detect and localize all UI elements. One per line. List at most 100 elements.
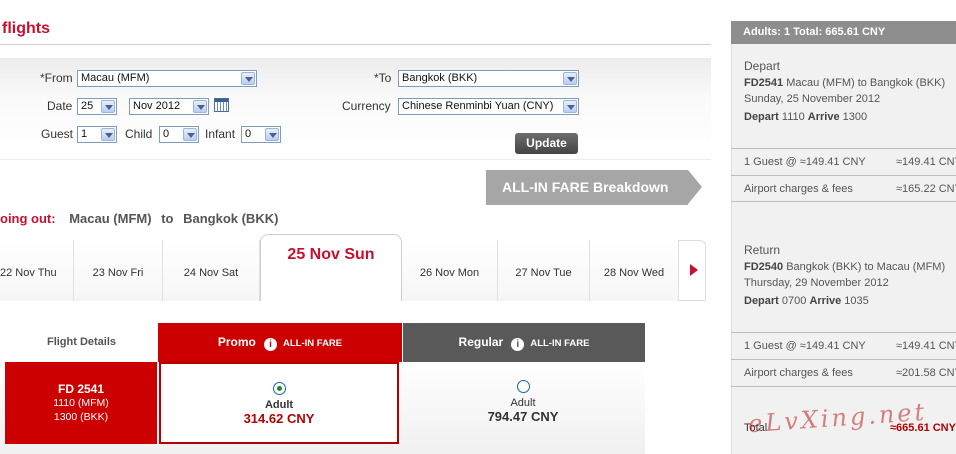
regular-fare-radio[interactable] xyxy=(516,380,530,393)
going-out-origin: Macau (MFM) xyxy=(69,211,152,226)
depart-route: Macau (MFM) to Bangkok (BKK) xyxy=(783,77,946,89)
guest-label: Guest xyxy=(41,127,74,141)
to-select[interactable]: Bangkok (BKK) xyxy=(398,70,579,87)
depart-label: Depart xyxy=(744,111,779,123)
going-out-to-word: to xyxy=(161,211,174,226)
child-select[interactable]: 0 xyxy=(159,126,199,143)
divider xyxy=(731,175,956,176)
child-label: Child xyxy=(125,127,153,141)
divider xyxy=(731,148,956,149)
tab-date-24-nov[interactable]: 24 Nov Sat xyxy=(163,240,260,301)
flight-depart-time: 1110 (MFM) xyxy=(53,397,109,409)
return-arrive-time: 1035 xyxy=(841,295,869,307)
date-month-value: Nov 2012 xyxy=(133,100,181,112)
tab-date-26-nov[interactable]: 26 Nov Mon xyxy=(402,240,498,301)
next-dates-arrow-icon[interactable] xyxy=(690,264,698,276)
promo-header-label: Promo xyxy=(217,335,256,349)
return-flight-info: FD2540 Bangkok (BKK) to Macau (MFM) xyxy=(744,259,945,275)
chevron-down-icon xyxy=(183,128,197,141)
infant-select-value: 0 xyxy=(245,128,252,140)
calendar-icon[interactable] xyxy=(214,98,229,112)
tab-date-25-nov-active[interactable]: 25 Nov Sun xyxy=(260,234,402,301)
return-date: Thursday, 29 November 2012 xyxy=(744,277,889,289)
arrive-time: 1300 xyxy=(839,111,868,123)
regular-fare-price: 794.47 CNY xyxy=(487,409,559,424)
regular-header-sub: ALL-IN FARE xyxy=(530,338,590,349)
regular-fare-header: Regular i ALL-IN FARE xyxy=(403,323,645,362)
going-out-destination: Bangkok (BKK) xyxy=(183,211,279,226)
return-guest-fare: 1 Guest @ ≈149.41 CNY xyxy=(744,340,866,352)
return-depart-label: Depart xyxy=(744,295,779,307)
promo-passenger-type: Adult xyxy=(264,399,294,411)
regular-fare-option[interactable]: Adult 794.47 CNY xyxy=(403,362,643,444)
chevron-down-icon xyxy=(563,72,577,85)
from-select-value: Macau (MFM) xyxy=(81,72,150,84)
promo-fare-radio[interactable] xyxy=(272,382,286,395)
chevron-down-icon xyxy=(241,72,255,85)
chevron-down-icon xyxy=(193,100,207,113)
depart-guest-amount: ≈149.41 CNY xyxy=(896,156,956,168)
chevron-down-icon xyxy=(101,128,115,141)
return-times: Depart 0700 Arrive 1035 xyxy=(744,293,869,309)
chevron-down-icon xyxy=(563,100,577,113)
from-label: *From xyxy=(40,71,73,85)
return-route: Bangkok (BKK) to Macau (MFM) xyxy=(783,261,946,273)
from-select[interactable]: Macau (MFM) xyxy=(77,70,257,87)
divider xyxy=(731,332,956,333)
depart-date: Sunday, 25 November 2012 xyxy=(744,93,881,105)
tab-date-22-nov[interactable]: 22 Nov Thu xyxy=(0,240,74,301)
depart-time: 1110 xyxy=(778,111,808,123)
summary-header: Adults: 1 Total: 665.61 CNY xyxy=(731,21,956,44)
guest-select-value: 1 xyxy=(81,128,88,140)
return-flight-number: FD2540 xyxy=(744,261,784,273)
info-icon[interactable]: i xyxy=(511,338,525,351)
tab-date-28-nov[interactable]: 28 Nov Wed xyxy=(590,240,679,301)
return-guest-amount: ≈149.41 CNY xyxy=(896,340,956,352)
going-out-label: oing out: xyxy=(0,211,56,226)
flight-arrive-time: 1300 (BKK) xyxy=(53,411,109,423)
promo-fare-price: 314.62 CNY xyxy=(243,411,315,426)
date-day-select[interactable]: 25 xyxy=(77,98,117,115)
info-icon[interactable]: i xyxy=(263,338,277,351)
infant-select[interactable]: 0 xyxy=(241,126,281,143)
title-divider xyxy=(0,44,711,45)
date-label: Date xyxy=(47,99,73,113)
divider xyxy=(731,359,956,360)
regular-header-label: Regular xyxy=(458,335,504,349)
update-button[interactable]: Update xyxy=(515,133,578,154)
promo-fare-option[interactable]: Adult 314.62 CNY xyxy=(159,362,399,444)
depart-guest-fare: 1 Guest @ ≈149.41 CNY xyxy=(744,156,866,168)
depart-flight-number: FD2541 xyxy=(744,77,784,89)
going-out-heading: oing out: Macau (MFM) to Bangkok (BKK) xyxy=(0,211,278,226)
flight-details-header: Flight Details xyxy=(5,323,158,362)
currency-select-value: Chinese Renminbi Yuan (CNY) xyxy=(402,100,554,112)
flight-details-cell: FD 2541 1110 (MFM) 1300 (BKK) xyxy=(5,362,157,444)
return-arrive-label: Arrive xyxy=(809,295,842,307)
return-depart-time: 0700 xyxy=(778,295,810,307)
page-title: flights xyxy=(2,20,50,37)
child-select-value: 0 xyxy=(163,128,170,140)
date-month-select[interactable]: Nov 2012 xyxy=(129,98,209,115)
depart-section-title: Depart xyxy=(744,59,781,73)
depart-times: Depart 1110 Arrive 1300 xyxy=(744,109,867,125)
chevron-down-icon xyxy=(265,128,279,141)
infant-label: Infant xyxy=(205,127,236,141)
depart-fees-label: Airport charges & fees xyxy=(744,183,853,195)
depart-flight-info: FD2541 Macau (MFM) to Bangkok (BKK) xyxy=(744,75,945,91)
tab-date-23-nov[interactable]: 23 Nov Fri xyxy=(74,240,163,301)
divider xyxy=(731,386,956,387)
currency-select[interactable]: Chinese Renminbi Yuan (CNY) xyxy=(398,98,579,115)
return-fees-amount: ≈201.58 CNY xyxy=(896,367,956,379)
return-section-title: Return xyxy=(744,243,781,257)
currency-label: Currency xyxy=(342,99,391,113)
guest-select[interactable]: 1 xyxy=(77,126,117,143)
tab-date-27-nov[interactable]: 27 Nov Tue xyxy=(498,240,590,301)
date-day-value: 25 xyxy=(81,100,94,112)
flight-number: FD 2541 xyxy=(57,382,105,396)
to-select-value: Bangkok (BKK) xyxy=(402,72,478,84)
fare-breakdown-button[interactable]: ALL-IN FARE Breakdown xyxy=(486,170,688,205)
chevron-down-icon xyxy=(101,100,115,113)
arrive-label: Arrive xyxy=(807,111,840,123)
regular-passenger-type: Adult xyxy=(510,397,536,409)
promo-header-sub: ALL-IN FARE xyxy=(283,338,343,349)
